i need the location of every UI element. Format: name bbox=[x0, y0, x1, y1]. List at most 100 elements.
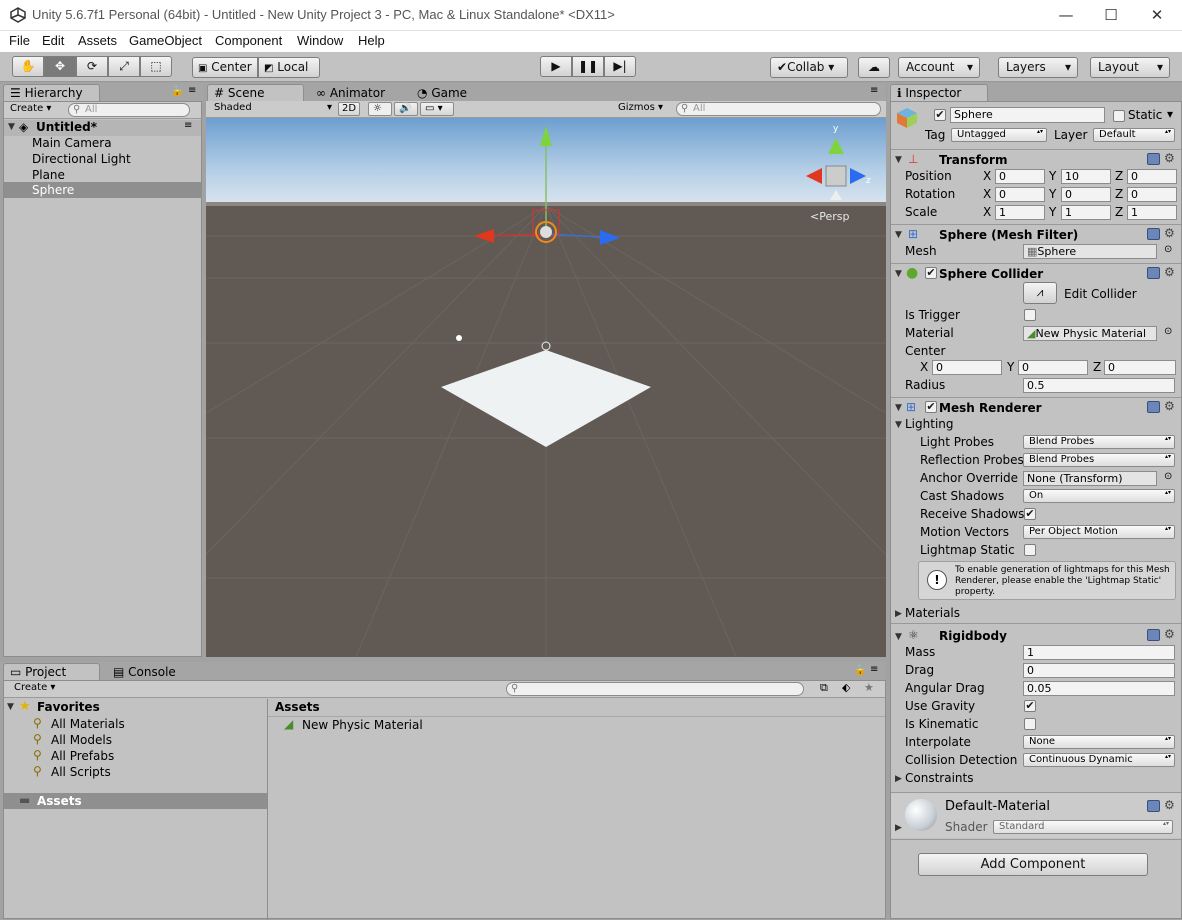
step-button[interactable]: ▶| bbox=[604, 56, 636, 77]
rotation-z-input[interactable]: 0 bbox=[1127, 187, 1177, 202]
center-x-input[interactable]: 0 bbox=[932, 360, 1002, 375]
lock-icon[interactable]: 🔒 bbox=[854, 665, 866, 676]
anchor-override-field[interactable]: None (Transform) bbox=[1023, 471, 1157, 486]
hierarchy-create-button[interactable]: Create ▾ bbox=[6, 103, 62, 117]
gear-icon[interactable]: ⚙ bbox=[1164, 399, 1175, 413]
help-book-icon[interactable] bbox=[1147, 267, 1160, 279]
rect-tool-button[interactable]: ⬚ bbox=[140, 56, 172, 77]
angular-drag-input[interactable]: 0.05 bbox=[1023, 681, 1175, 696]
scale-x-input[interactable]: 1 bbox=[995, 205, 1045, 220]
is-kinematic-checkbox[interactable] bbox=[1024, 718, 1036, 730]
menu-component[interactable]: Component bbox=[215, 33, 282, 48]
gizmos-dropdown[interactable]: Gizmos ▾ bbox=[614, 102, 670, 116]
scene-root-row[interactable]: ▼ ◈ Untitled* ≡ bbox=[4, 120, 201, 136]
tab-console[interactable]: ▤ Console bbox=[106, 663, 196, 681]
audio-toggle[interactable]: 🔊 bbox=[394, 102, 418, 116]
renderer-enabled-checkbox[interactable]: ✔ bbox=[925, 401, 937, 413]
object-picker-icon[interactable]: ⊙ bbox=[1164, 244, 1172, 255]
layers-dropdown[interactable]: Layers ▾ bbox=[998, 57, 1078, 78]
rotation-x-input[interactable]: 0 bbox=[995, 187, 1045, 202]
menu-window[interactable]: Window bbox=[297, 33, 343, 48]
foldout-triangle-icon[interactable]: ▼ bbox=[895, 269, 902, 279]
scene-menu-icon[interactable]: ≡ bbox=[184, 120, 192, 131]
favorite-item[interactable]: All Prefabs bbox=[51, 749, 114, 763]
favorite-item[interactable]: All Materials bbox=[51, 717, 125, 731]
star-icon[interactable]: ★ bbox=[864, 681, 874, 694]
chevron-down-icon[interactable]: ▾ bbox=[1167, 107, 1173, 121]
position-y-input[interactable]: 10 bbox=[1061, 169, 1111, 184]
scene-search-input[interactable]: ⚲ All bbox=[676, 102, 881, 116]
minimize-button[interactable]: — bbox=[1051, 4, 1081, 26]
interpolate-dropdown[interactable]: None bbox=[1023, 735, 1175, 749]
mass-input[interactable]: 1 bbox=[1023, 645, 1175, 660]
foldout-triangle-icon[interactable]: ▼ bbox=[895, 420, 902, 430]
tab-inspector[interactable]: ℹ Inspector bbox=[890, 84, 988, 102]
foldout-triangle-icon[interactable]: ▶ bbox=[895, 774, 902, 784]
foldout-triangle-icon[interactable]: ▼ bbox=[895, 155, 902, 165]
move-tool-button[interactable]: ✥ bbox=[44, 56, 76, 77]
gear-icon[interactable]: ⚙ bbox=[1164, 151, 1175, 165]
help-book-icon[interactable] bbox=[1147, 629, 1160, 641]
expand-triangle-icon[interactable]: ▼ bbox=[8, 122, 15, 132]
object-name-input[interactable]: Sphere bbox=[950, 107, 1105, 123]
constraints-foldout-label[interactable]: Constraints bbox=[905, 771, 973, 785]
hierarchy-selected-row[interactable]: Sphere bbox=[4, 182, 201, 198]
hierarchy-item[interactable]: Directional Light bbox=[32, 152, 131, 166]
menu-gameobject[interactable]: GameObject bbox=[129, 33, 202, 48]
favorites-label[interactable]: Favorites bbox=[37, 700, 100, 714]
motion-vectors-dropdown[interactable]: Per Object Motion bbox=[1023, 525, 1175, 539]
foldout-triangle-icon[interactable]: ▶ bbox=[895, 823, 902, 833]
play-button[interactable]: ▶ bbox=[540, 56, 572, 77]
foldout-triangle-icon[interactable]: ▼ bbox=[895, 230, 902, 240]
tab-game[interactable]: ◔ Game bbox=[410, 84, 500, 102]
gear-icon[interactable]: ⚙ bbox=[1164, 627, 1175, 641]
add-component-button[interactable]: Add Component bbox=[918, 853, 1148, 876]
lock-icon[interactable]: 🔒 bbox=[171, 86, 183, 97]
light-probes-dropdown[interactable]: Blend Probes bbox=[1023, 435, 1175, 449]
project-search-input[interactable]: ⚲ bbox=[506, 682, 804, 696]
cast-shadows-dropdown[interactable]: On bbox=[1023, 489, 1175, 503]
drag-input[interactable]: 0 bbox=[1023, 663, 1175, 678]
tab-scene[interactable]: # Scene bbox=[207, 84, 304, 102]
panel-menu-icon[interactable]: ≡ bbox=[188, 85, 196, 96]
gear-icon[interactable]: ⚙ bbox=[1164, 265, 1175, 279]
lighting-toggle[interactable]: ☼ bbox=[368, 102, 392, 116]
center-y-input[interactable]: 0 bbox=[1018, 360, 1088, 375]
scene-viewport[interactable]: y z <Persp bbox=[206, 118, 886, 657]
filter-type-icon[interactable]: ⧉ bbox=[820, 681, 828, 695]
gear-icon[interactable]: ⚙ bbox=[1164, 226, 1175, 240]
assets-folder-row[interactable]: ▬ Assets bbox=[4, 793, 267, 809]
help-book-icon[interactable] bbox=[1147, 401, 1160, 413]
tab-animator[interactable]: ∞ Animator bbox=[309, 84, 404, 102]
panel-menu-icon[interactable]: ≡ bbox=[870, 664, 878, 675]
tag-dropdown[interactable]: Untagged bbox=[951, 128, 1047, 142]
shading-mode-dropdown[interactable]: Shaded ▾ bbox=[210, 102, 332, 116]
hierarchy-item[interactable]: Plane bbox=[32, 168, 65, 182]
maximize-button[interactable]: ☐ bbox=[1096, 4, 1126, 26]
layer-dropdown[interactable]: Default bbox=[1093, 128, 1175, 142]
tab-project[interactable]: ▭ Project bbox=[3, 663, 100, 681]
object-picker-icon[interactable]: ⊙ bbox=[1164, 326, 1172, 337]
object-picker-icon[interactable]: ⊙ bbox=[1164, 471, 1172, 482]
rotation-y-input[interactable]: 0 bbox=[1061, 187, 1111, 202]
label-tag-icon[interactable]: ⬖ bbox=[842, 681, 850, 694]
menu-file[interactable]: File bbox=[9, 33, 30, 48]
toggle-2d-button[interactable]: 2D bbox=[338, 102, 360, 116]
use-gravity-checkbox[interactable]: ✔ bbox=[1024, 700, 1036, 712]
pivot-center-button[interactable]: ▣ Center bbox=[192, 57, 258, 78]
mesh-object-field[interactable]: ▦Sphere bbox=[1023, 244, 1157, 259]
panel-menu-icon[interactable]: ≡ bbox=[870, 85, 878, 96]
rotate-tool-button[interactable]: ⟳ bbox=[76, 56, 108, 77]
receive-shadows-checkbox[interactable]: ✔ bbox=[1024, 508, 1036, 520]
help-book-icon[interactable] bbox=[1147, 228, 1160, 240]
collision-detection-dropdown[interactable]: Continuous Dynamic bbox=[1023, 753, 1175, 767]
scale-tool-button[interactable]: ⤢ bbox=[108, 56, 140, 77]
position-z-input[interactable]: 0 bbox=[1127, 169, 1177, 184]
hierarchy-search-input[interactable]: ⚲ All bbox=[68, 103, 190, 117]
hierarchy-item[interactable]: Main Camera bbox=[32, 136, 112, 150]
shader-dropdown[interactable]: Standard bbox=[993, 820, 1173, 834]
collider-material-field[interactable]: ◢New Physic Material bbox=[1023, 326, 1157, 341]
active-checkbox[interactable]: ✔ bbox=[934, 109, 946, 121]
is-trigger-checkbox[interactable] bbox=[1024, 309, 1036, 321]
materials-foldout-label[interactable]: Materials bbox=[905, 606, 960, 620]
